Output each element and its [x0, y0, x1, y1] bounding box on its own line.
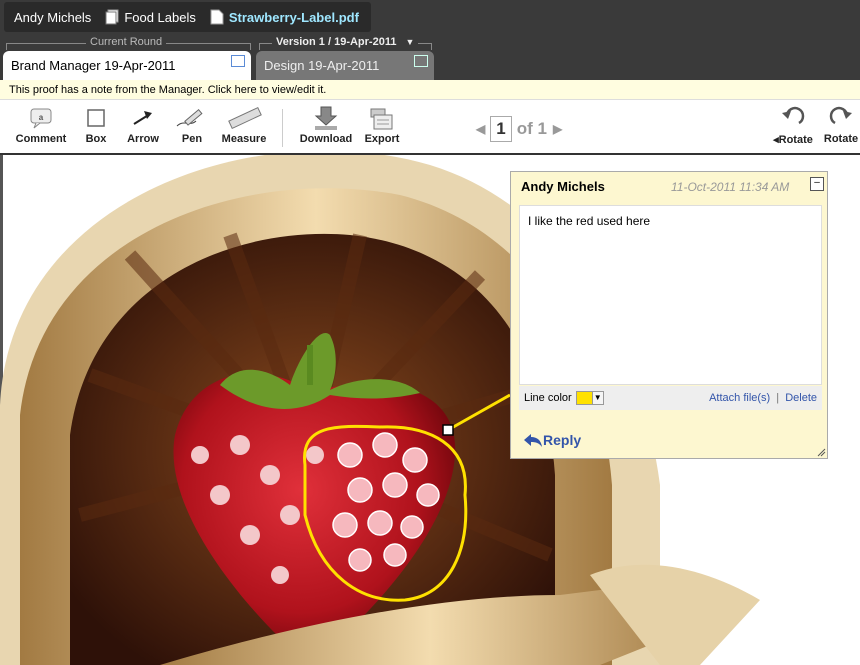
minimize-icon[interactable]: –	[810, 177, 824, 191]
toolbar: a Comment Box Arrow Pen Measure Download…	[0, 101, 860, 155]
pen-tool-label: Pen	[181, 133, 203, 145]
breadcrumb-folder-label: Food Labels	[124, 9, 196, 25]
resize-handle-icon[interactable]	[816, 447, 826, 457]
reply-button[interactable]: Reply	[523, 432, 581, 448]
breadcrumb-user[interactable]: Andy Michels	[14, 10, 91, 25]
tab-design[interactable]: Design 19-Apr-2011	[256, 51, 434, 80]
tab-label: Design 19-Apr-2011	[264, 58, 380, 73]
export-button-label: Export	[364, 133, 400, 145]
link-divider: |	[776, 392, 780, 404]
box-tool-label: Box	[85, 133, 107, 145]
page-number-input[interactable]: 1	[490, 116, 512, 142]
note-author: Andy Michels	[521, 178, 605, 194]
reply-arrow-icon	[524, 434, 542, 447]
export-button[interactable]: Export	[362, 105, 402, 145]
chevron-down-icon[interactable]: ▼	[592, 391, 604, 405]
reply-label: Reply	[543, 432, 582, 448]
current-round-label: Current Round	[86, 36, 167, 48]
folder-icon	[105, 9, 119, 25]
measure-tool[interactable]: Measure	[220, 105, 268, 145]
breadcrumb-folder[interactable]: Food Labels	[105, 9, 196, 25]
breadcrumb-file[interactable]: Strawberry-Label.pdf	[210, 9, 359, 25]
annotation-anchor[interactable]	[442, 424, 454, 436]
version-selector[interactable]: Version 1 / 19-Apr-2011 ▼	[272, 36, 419, 48]
next-page-icon[interactable]: ▶	[553, 122, 562, 136]
pen-icon	[176, 108, 203, 127]
chevron-down-icon: ▼	[405, 37, 415, 47]
pen-tool[interactable]: Pen	[173, 105, 211, 145]
previous-page-icon[interactable]: ◀	[476, 122, 485, 136]
rotate-right-label: Rotate	[823, 133, 859, 145]
comment-icon: a	[30, 108, 52, 129]
download-button-label: Download	[299, 133, 353, 145]
download-icon	[314, 106, 338, 130]
box-tool[interactable]: Box	[80, 105, 112, 145]
breadcrumb: Andy Michels Food Labels Strawberry-Labe…	[4, 2, 371, 32]
document-icon	[210, 9, 224, 25]
comment-tool[interactable]: a Comment	[14, 105, 68, 145]
note-date: 11-Oct-2011 11:34 AM	[671, 180, 790, 194]
popout-icon[interactable]	[231, 55, 245, 67]
svg-text:a: a	[39, 113, 44, 122]
delete-link[interactable]: Delete	[785, 392, 817, 404]
note-actions: Attach file(s) | Delete	[709, 392, 817, 404]
comment-note-panel: Andy Michels 11-Oct-2011 11:34 AM – I li…	[510, 171, 828, 459]
popout-icon[interactable]	[414, 55, 428, 67]
tab-brand-manager[interactable]: Brand Manager 19-Apr-2011	[3, 51, 251, 80]
line-color-swatch[interactable]	[575, 391, 593, 405]
ruler-icon	[228, 106, 262, 130]
page-navigator: ◀ 1 of 1 ▶	[476, 116, 562, 142]
note-text-field[interactable]: I like the red used here	[519, 205, 822, 385]
comment-tool-label: Comment	[15, 133, 67, 145]
rotate-right-icon	[829, 106, 852, 125]
rotate-left-icon	[782, 106, 805, 125]
manager-note-bar[interactable]: This proof has a note from the Manager. …	[0, 80, 860, 100]
tab-label: Brand Manager 19-Apr-2011	[11, 58, 176, 73]
top-bar: Andy Michels Food Labels Strawberry-Labe…	[0, 0, 860, 80]
arrow-tool[interactable]: Arrow	[126, 105, 160, 145]
toolbar-divider	[282, 109, 283, 147]
export-icon	[370, 108, 393, 130]
rotate-left-button[interactable]: ◂Rotate	[770, 105, 816, 146]
arrow-tool-label: Arrow	[127, 133, 159, 145]
rotate-right-button[interactable]: Rotate	[822, 105, 860, 145]
note-footer: Line color ▼ Attach file(s) | Delete	[519, 386, 822, 410]
line-color-label: Line color	[524, 392, 572, 404]
measure-tool-label: Measure	[221, 133, 267, 145]
page-count: of 1	[516, 119, 547, 138]
version-label: Version 1 / 19-Apr-2011	[276, 36, 397, 48]
arrow-icon	[133, 111, 152, 125]
attach-files-link[interactable]: Attach file(s)	[709, 392, 770, 404]
rotate-left-label: ◂Rotate	[773, 134, 813, 146]
box-icon	[87, 109, 105, 127]
breadcrumb-file-label: Strawberry-Label.pdf	[228, 9, 359, 25]
download-button[interactable]: Download	[298, 105, 354, 145]
